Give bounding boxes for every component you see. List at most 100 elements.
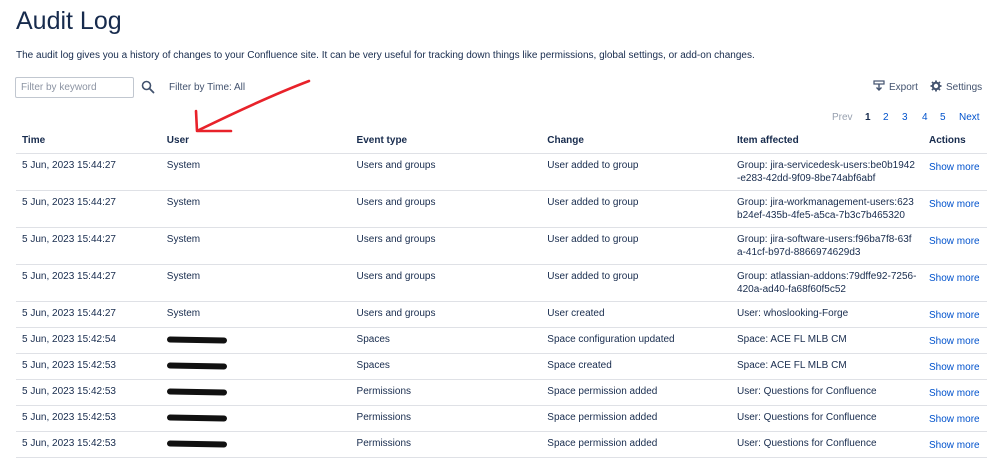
page-title: Audit Log <box>16 7 122 35</box>
audit-table: Time User Event type Change Item affecte… <box>16 129 987 458</box>
cell-change: Space permission added <box>541 405 732 432</box>
show-more-link[interactable]: Show more <box>929 387 980 400</box>
table-row: 5 Jun, 2023 15:42:53 Permissions Space per… <box>16 431 987 458</box>
time-filter-dropdown[interactable]: Filter by Time: All <box>169 82 245 93</box>
item-affected-text: Space: ACE FL MLB CM <box>737 333 847 345</box>
show-more-link[interactable]: Show more <box>929 235 980 248</box>
export-button[interactable]: Export <box>873 80 918 95</box>
cell-item-affected: Group: jira-workmanagement-users:623b24e… <box>731 190 924 228</box>
cell-item-affected: Group: atlassian-addons:79dffe92-7256-42… <box>731 264 924 302</box>
cell-actions: Show more <box>923 431 987 458</box>
page-description: The audit log gives you a history of cha… <box>16 50 755 61</box>
cell-change: User added to group <box>541 264 732 302</box>
cell-user <box>160 353 351 380</box>
cell-user: System <box>160 227 351 265</box>
pagination-page-5[interactable]: 5 <box>940 112 946 123</box>
cell-user: System <box>160 301 351 328</box>
redacted-user-mark <box>166 361 227 370</box>
table-row: 5 Jun, 2023 15:44:27 System Users and grou… <box>16 264 987 302</box>
table-row: 5 Jun, 2023 15:44:27 System Users and grou… <box>16 153 987 191</box>
cell-event-type: Users and groups <box>350 153 542 191</box>
table-row: 5 Jun, 2023 15:44:27 System Users and grou… <box>16 227 987 265</box>
cell-user <box>160 431 351 458</box>
cell-item-affected: Group: jira-software-users:f96ba7f8-63fa… <box>731 227 924 265</box>
show-more-link[interactable]: Show more <box>929 361 980 374</box>
item-affected-text: Group: atlassian-addons:79dffe92-7256-42… <box>737 270 917 295</box>
pagination-prev: Prev <box>832 112 853 123</box>
cell-change: Space configuration updated <box>541 327 732 354</box>
pagination-page-2[interactable]: 2 <box>883 112 889 123</box>
cell-change: User added to group <box>541 153 732 191</box>
export-label: Export <box>889 82 918 93</box>
cell-item-affected: User: Questions for Confluence <box>731 379 924 406</box>
pagination-next[interactable]: Next <box>959 112 980 123</box>
export-icon <box>873 80 885 95</box>
item-affected-text: User: Questions for Confluence <box>737 385 877 397</box>
table-header-row: Time User Event type Change Item affecte… <box>16 129 987 154</box>
cell-time: 5 Jun, 2023 15:42:53 <box>16 405 161 432</box>
cell-time: 5 Jun, 2023 15:44:27 <box>16 264 161 302</box>
table-row: 5 Jun, 2023 15:42:53 Permissions Space per… <box>16 379 987 406</box>
keyword-filter-input[interactable] <box>15 77 134 98</box>
cell-item-affected: Space: ACE FL MLB CM <box>731 327 924 354</box>
pagination-page-4[interactable]: 4 <box>922 112 928 123</box>
header-change: Change <box>541 129 732 154</box>
cell-user <box>160 405 351 432</box>
settings-button[interactable]: Settings <box>930 80 982 95</box>
cell-event-type: Users and groups <box>350 227 542 265</box>
cell-event-type: Permissions <box>350 431 542 458</box>
search-icon[interactable] <box>141 80 155 94</box>
item-affected-text: User: Questions for Confluence <box>737 411 877 423</box>
cell-actions: Show more <box>923 327 987 354</box>
cell-user: System <box>160 264 351 302</box>
audit-log-page: Audit Log The audit log gives you a hist… <box>0 0 999 476</box>
cell-change: User added to group <box>541 227 732 265</box>
show-more-link[interactable]: Show more <box>929 335 980 348</box>
cell-actions: Show more <box>923 379 987 406</box>
cell-event-type: Permissions <box>350 379 542 406</box>
pagination-page-1: 1 <box>865 112 871 123</box>
cell-event-type: Users and groups <box>350 301 542 328</box>
cell-actions: Show more <box>923 190 987 228</box>
header-event-type: Event type <box>350 129 542 154</box>
cell-time: 5 Jun, 2023 15:44:27 <box>16 227 161 265</box>
cell-change: Space permission added <box>541 379 732 406</box>
redacted-user-mark <box>166 439 227 448</box>
header-user: User <box>160 129 351 154</box>
cell-event-type: Spaces <box>350 327 542 354</box>
cell-time: 5 Jun, 2023 15:42:54 <box>16 327 161 354</box>
cell-user: System <box>160 190 351 228</box>
cell-change: Space created <box>541 353 732 380</box>
cell-item-affected: User: whoslooking-Forge <box>731 301 924 328</box>
cell-item-affected: User: Questions for Confluence <box>731 431 924 458</box>
show-more-link[interactable]: Show more <box>929 439 980 452</box>
header-item-affected: Item affected <box>731 129 924 154</box>
show-more-link[interactable]: Show more <box>929 272 980 285</box>
item-affected-text: Group: jira-software-users:f96ba7f8-63fa… <box>737 233 912 258</box>
cell-time: 5 Jun, 2023 15:44:27 <box>16 301 161 328</box>
pagination-page-3[interactable]: 3 <box>902 112 908 123</box>
table-row: 5 Jun, 2023 15:42:53 Permissions Space per… <box>16 405 987 432</box>
cell-time: 5 Jun, 2023 15:42:53 <box>16 431 161 458</box>
show-more-link[interactable]: Show more <box>929 413 980 426</box>
show-more-link[interactable]: Show more <box>929 309 980 322</box>
show-more-link[interactable]: Show more <box>929 198 980 211</box>
item-affected-text: User: Questions for Confluence <box>737 437 877 449</box>
cell-event-type: Permissions <box>350 405 542 432</box>
cell-change: User created <box>541 301 732 328</box>
table-row: 5 Jun, 2023 15:42:53 Spaces Space created S… <box>16 353 987 380</box>
cell-user <box>160 327 351 354</box>
cell-actions: Show more <box>923 301 987 328</box>
cell-item-affected: Space: ACE FL MLB CM <box>731 353 924 380</box>
table-row: 5 Jun, 2023 15:42:54 Spaces Space configur… <box>16 327 987 354</box>
header-actions: Actions <box>923 129 987 154</box>
redacted-user-mark <box>166 335 227 344</box>
table-row: 5 Jun, 2023 15:44:27 System Users and grou… <box>16 190 987 228</box>
cell-event-type: Users and groups <box>350 190 542 228</box>
gear-icon <box>930 80 942 95</box>
cell-item-affected: Group: jira-servicedesk-users:be0b1942-e… <box>731 153 924 191</box>
show-more-link[interactable]: Show more <box>929 161 980 174</box>
cell-change: Space permission added <box>541 431 732 458</box>
header-time: Time <box>16 129 161 154</box>
cell-time: 5 Jun, 2023 15:42:53 <box>16 379 161 406</box>
